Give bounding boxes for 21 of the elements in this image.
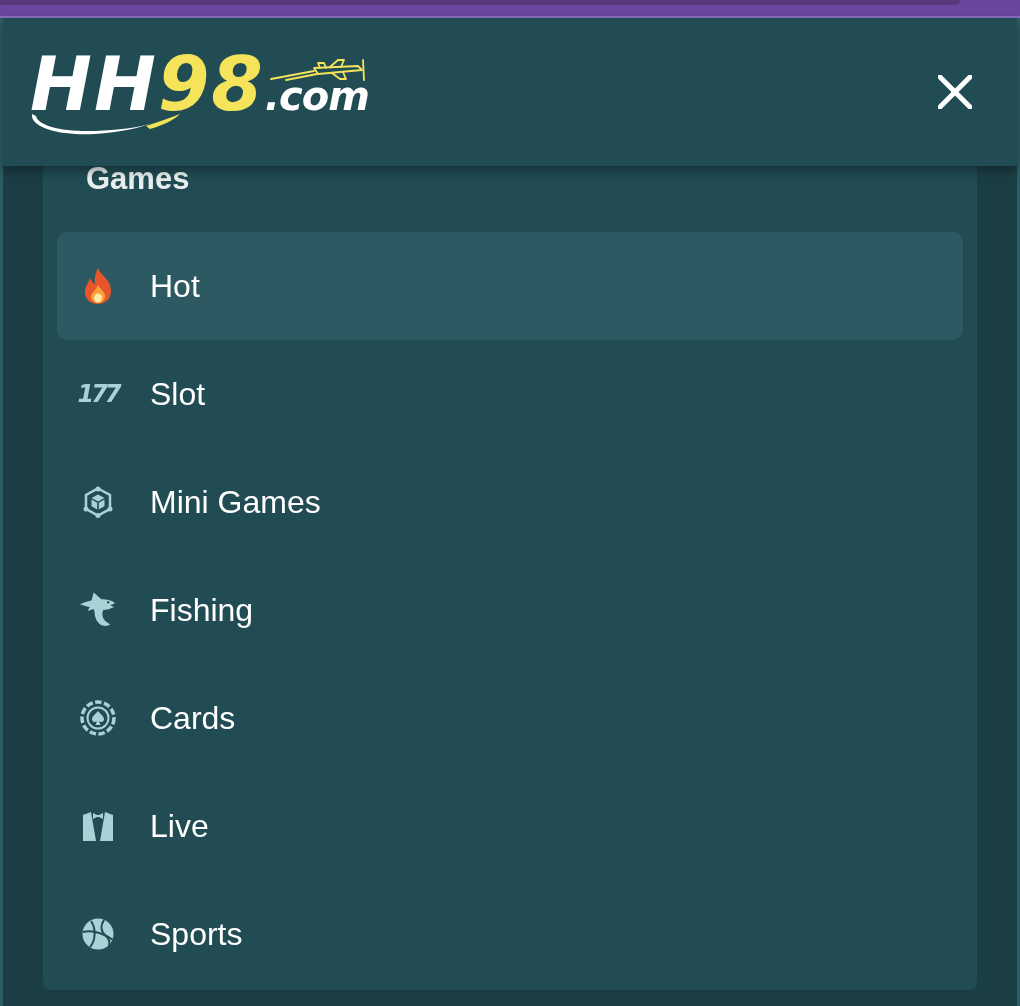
menu-item[interactable]: Fishing <box>57 556 963 664</box>
close-button[interactable] <box>938 75 972 109</box>
logo-letters: HH <box>30 57 158 113</box>
menu-item[interactable]: Cards <box>57 664 963 772</box>
swoosh-icon <box>30 114 180 137</box>
shark-icon <box>80 592 116 628</box>
menu-item[interactable]: Mini Games <box>57 448 963 556</box>
sevens-icon: 177 <box>77 382 119 406</box>
menu-item[interactable]: Hot <box>57 232 963 340</box>
chip-icon <box>80 700 116 736</box>
menu-title: Games <box>86 166 191 192</box>
close-icon <box>938 75 972 109</box>
basketball-icon <box>82 918 114 950</box>
plane-icon <box>270 59 366 82</box>
menu-item[interactable]: 177 Slot <box>57 340 963 448</box>
menu-item[interactable]: Live <box>57 772 963 880</box>
menu-item[interactable]: Sports <box>57 880 963 988</box>
flame-icon <box>82 267 114 305</box>
tuxedo-icon <box>82 810 114 842</box>
cube-icon <box>82 486 114 518</box>
logo-domain: .com <box>264 81 369 112</box>
